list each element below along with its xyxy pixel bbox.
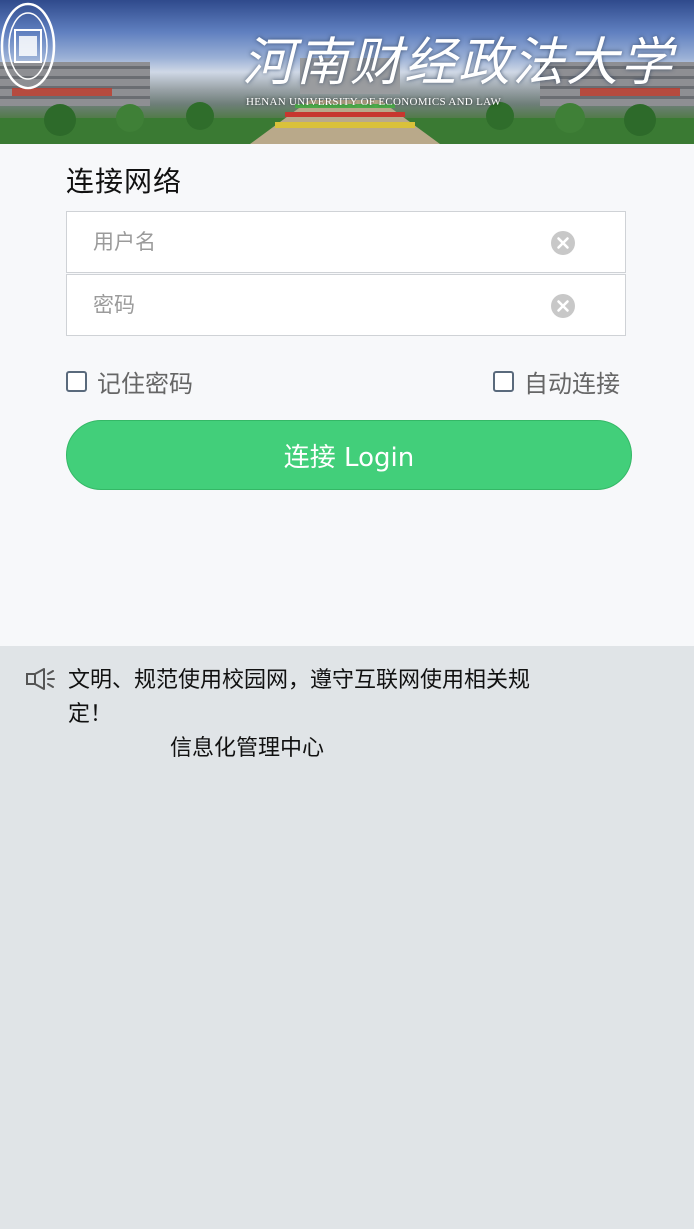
auto-connect-checkbox[interactable]: 自动连接 bbox=[493, 364, 620, 399]
checkbox-box[interactable] bbox=[66, 371, 87, 392]
checkbox-box[interactable] bbox=[493, 371, 514, 392]
speaker-icon bbox=[26, 668, 55, 690]
university-english-name: HENAN UNIVERSITY OF ECONOMICS AND LAW bbox=[246, 96, 502, 108]
password-field bbox=[66, 274, 626, 336]
notice-signature: 信息化管理中心 bbox=[170, 736, 325, 761]
notice-text: 文明、规范使用校园网，遵守互联网使用相关规定！ bbox=[68, 668, 531, 727]
remember-password-label: 记住密码 bbox=[97, 370, 193, 398]
clear-icon[interactable] bbox=[551, 231, 575, 255]
username-field bbox=[66, 211, 626, 273]
clear-icon[interactable] bbox=[551, 294, 575, 318]
username-input[interactable] bbox=[67, 212, 537, 272]
notice-section: 文明、规范使用校园网，遵守互联网使用相关规定！ 信息化管理中心 bbox=[0, 646, 694, 1229]
university-name: 河南财经政法大学 bbox=[242, 33, 675, 93]
page-title: 连接网络 bbox=[66, 165, 183, 198]
password-input[interactable] bbox=[67, 275, 537, 335]
login-panel: 连接网络 记住密码 自动连接 连接 Login bbox=[0, 144, 694, 646]
auto-connect-label: 自动连接 bbox=[524, 370, 620, 398]
header-banner: 河南财经政法大学 HENAN UNIVERSITY OF ECONOMICS A… bbox=[0, 0, 694, 144]
remember-password-checkbox[interactable]: 记住密码 bbox=[66, 364, 193, 399]
university-seal-icon bbox=[0, 2, 56, 90]
login-button[interactable]: 连接 Login bbox=[66, 420, 632, 490]
